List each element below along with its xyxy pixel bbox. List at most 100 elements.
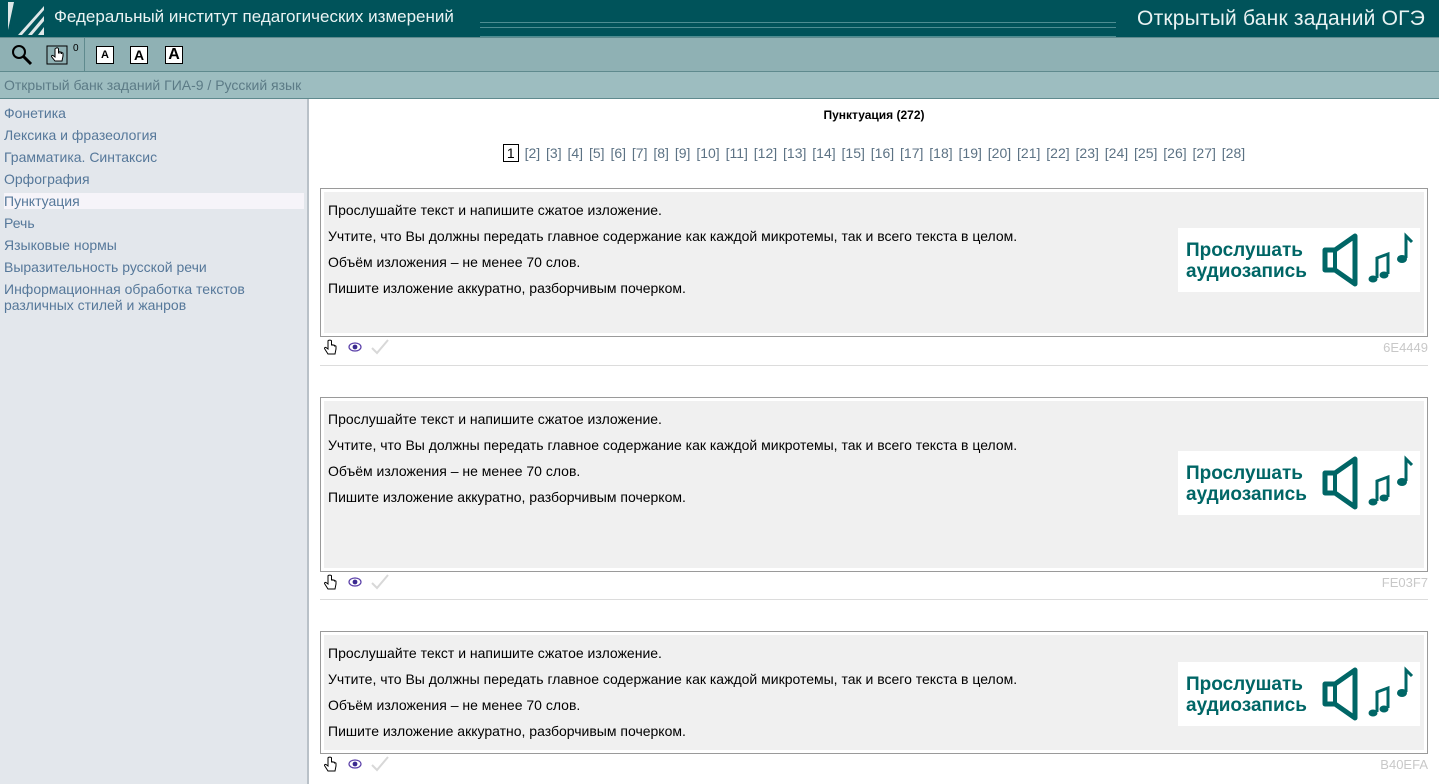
fipi-logo[interactable]	[8, 2, 44, 35]
task-id: FE03F7	[1381, 575, 1428, 590]
page-title: Пунктуация (272)	[823, 108, 925, 122]
page-15[interactable]: [15]	[842, 145, 865, 161]
breadcrumb[interactable]: Открытый банк заданий ГИА-9 / Русский яз…	[0, 72, 1439, 99]
page-9[interactable]: [9]	[675, 145, 691, 161]
task-card: Прослушайте текст и напишите сжатое изло…	[320, 188, 1428, 337]
org-title: Федеральный институт педагогических изме…	[54, 7, 454, 26]
task-text-line: Объём изложения – не менее 70 слов.	[328, 697, 581, 713]
sidebar-item-phonetics[interactable]: Фонетика	[4, 105, 304, 121]
page-7[interactable]: [7]	[632, 145, 648, 161]
audio-label: Прослушать аудиозапись	[1186, 240, 1307, 282]
listen-audio-button[interactable]: Прослушать аудиозапись	[1178, 451, 1420, 515]
toolbar-divider	[84, 38, 85, 71]
pagination: 1 [2] [3] [4] [5] [6] [7] [8] [9] [10] […	[309, 144, 1439, 162]
audio-label-line1: Прослушать	[1186, 674, 1303, 695]
page-25[interactable]: [25]	[1134, 145, 1157, 161]
audio-label: Прослушать аудиозапись	[1186, 674, 1307, 716]
sidebar-item-speech[interactable]: Речь	[4, 215, 304, 231]
page-17[interactable]: [17]	[900, 145, 923, 161]
page-20[interactable]: [20]	[988, 145, 1011, 161]
audio-label-line1: Прослушать	[1186, 240, 1303, 261]
task-separator	[320, 599, 1428, 600]
task-text-line: Прослушайте текст и напишите сжатое изло…	[328, 202, 662, 218]
task-id: 6E4449	[1383, 340, 1428, 355]
task-actions: FE03F7	[320, 572, 1428, 594]
bank-title: Открытый банк заданий ОГЭ	[1137, 7, 1425, 30]
eye-icon[interactable]	[348, 577, 362, 587]
page-6[interactable]: [6]	[610, 145, 626, 161]
sidebar-item-punctuation[interactable]: Пунктуация	[4, 193, 304, 209]
page-4[interactable]: [4]	[568, 145, 584, 161]
hand-pointer-icon	[46, 45, 68, 65]
hand-icon[interactable]	[323, 756, 339, 774]
page-19[interactable]: [19]	[959, 145, 982, 161]
listen-audio-button[interactable]: Прослушать аудиозапись	[1178, 228, 1420, 292]
task-text-line: Пишите изложение аккуратно, разборчивым …	[328, 280, 686, 296]
hand-icon[interactable]	[323, 574, 339, 592]
task-text-line: Прослушайте текст и напишите сжатое изло…	[328, 645, 662, 661]
font-medium-button[interactable]: A	[130, 46, 148, 64]
task-text-line: Учтите, что Вы должны передать главное с…	[328, 671, 1018, 687]
page-11[interactable]: [11]	[726, 145, 748, 161]
task-card: Прослушайте текст и напишите сжатое изло…	[320, 397, 1428, 572]
sidebar-item-grammar[interactable]: Грамматика. Синтаксис	[4, 149, 304, 165]
speaker-music-icon	[1322, 666, 1414, 721]
audio-label-line2: аудиозапись	[1186, 484, 1307, 505]
eye-icon[interactable]	[348, 759, 362, 769]
page-21[interactable]: [21]	[1017, 145, 1040, 161]
search-button[interactable]	[10, 44, 36, 66]
logo-icon	[8, 2, 44, 35]
toolbar: 0 A A A	[0, 37, 1439, 72]
font-large-button[interactable]: A	[165, 46, 183, 64]
task-text-line: Пишите изложение аккуратно, разборчивым …	[328, 723, 686, 739]
selected-tasks-button[interactable]	[46, 44, 70, 65]
task-id: B40EFA	[1380, 757, 1428, 772]
page-12[interactable]: [12]	[754, 145, 777, 161]
task-actions: 6E4449	[320, 337, 1428, 359]
audio-label: Прослушать аудиозапись	[1186, 463, 1307, 505]
speaker-music-icon	[1322, 455, 1414, 510]
header-decoration	[480, 22, 1116, 37]
task-text-line: Учтите, что Вы должны передать главное с…	[328, 228, 1018, 244]
page-22[interactable]: [22]	[1046, 145, 1069, 161]
task-body: Прослушайте текст и напишите сжатое изло…	[324, 635, 1424, 750]
page-13[interactable]: [13]	[783, 145, 806, 161]
page-23[interactable]: [23]	[1076, 145, 1099, 161]
page-1[interactable]: 1	[502, 144, 519, 162]
selected-count: 0	[73, 43, 79, 54]
page-5[interactable]: [5]	[589, 145, 605, 161]
page-28[interactable]: [28]	[1222, 145, 1245, 161]
check-icon[interactable]	[370, 573, 390, 591]
sidebar-item-orthography[interactable]: Орфография	[4, 171, 304, 187]
page-24[interactable]: [24]	[1105, 145, 1128, 161]
sidebar-item-language-norms[interactable]: Языковые нормы	[4, 237, 304, 253]
font-small-button[interactable]: A	[96, 46, 114, 64]
listen-audio-button[interactable]: Прослушать аудиозапись	[1178, 662, 1420, 726]
hand-icon[interactable]	[323, 339, 339, 357]
page-18[interactable]: [18]	[929, 145, 952, 161]
page-26[interactable]: [26]	[1163, 145, 1186, 161]
check-icon[interactable]	[370, 755, 390, 773]
page-2[interactable]: [2]	[525, 145, 541, 161]
task-text-line: Прослушайте текст и напишите сжатое изло…	[328, 411, 662, 427]
page-16[interactable]: [16]	[871, 145, 894, 161]
page-3[interactable]: [3]	[546, 145, 562, 161]
sidebar-item-lexicon[interactable]: Лексика и фразеология	[4, 127, 304, 143]
main-content: Пунктуация (272) 1 [2] [3] [4] [5] [6] […	[309, 99, 1439, 784]
page-8[interactable]: [8]	[653, 145, 669, 161]
page-27[interactable]: [27]	[1193, 145, 1216, 161]
eye-icon[interactable]	[348, 342, 362, 352]
sidebar: Фонетика Лексика и фразеология Грамматик…	[0, 99, 309, 784]
speaker-music-icon	[1322, 232, 1414, 287]
audio-label-line2: аудиозапись	[1186, 695, 1307, 716]
page-10[interactable]: [10]	[696, 145, 719, 161]
task-text-line: Учтите, что Вы должны передать главное с…	[328, 437, 1018, 453]
sidebar-item-expressiveness[interactable]: Выразительность русской речи	[4, 259, 304, 275]
check-icon[interactable]	[370, 338, 390, 356]
task-text-line: Объём изложения – не менее 70 слов.	[328, 463, 581, 479]
audio-label-line2: аудиозапись	[1186, 261, 1307, 282]
task-body: Прослушайте текст и напишите сжатое изло…	[324, 192, 1424, 333]
task-separator	[320, 365, 1428, 366]
sidebar-item-text-processing[interactable]: Информационная обработка текстов различн…	[4, 281, 274, 313]
page-14[interactable]: [14]	[812, 145, 835, 161]
